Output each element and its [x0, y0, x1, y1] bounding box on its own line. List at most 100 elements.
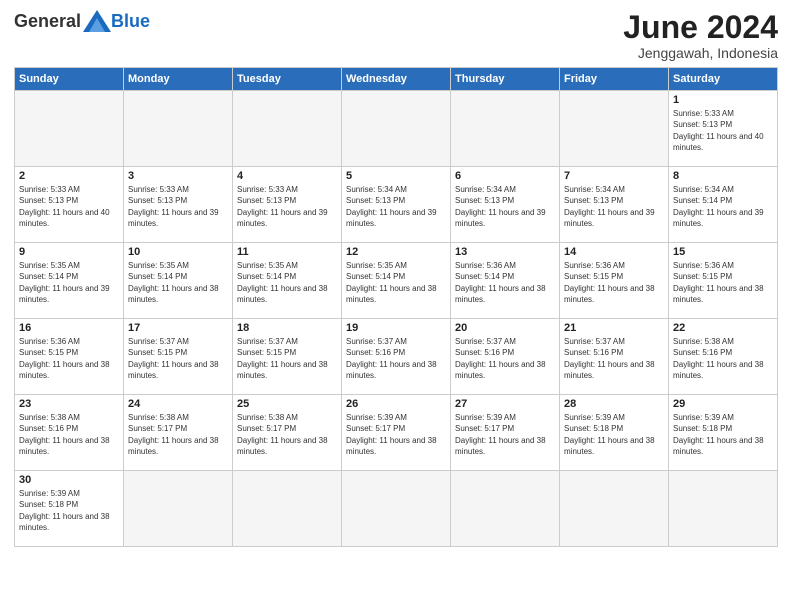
- calendar-cell: 15 Sunrise: 5:36 AMSunset: 5:15 PMDayligh…: [669, 243, 778, 319]
- day-number: 22: [673, 322, 773, 334]
- day-info: Sunrise: 5:34 AMSunset: 5:13 PMDaylight:…: [346, 184, 446, 229]
- day-info: Sunrise: 5:34 AMSunset: 5:13 PMDaylight:…: [564, 184, 664, 229]
- day-info: Sunrise: 5:36 AMSunset: 5:15 PMDaylight:…: [19, 336, 119, 381]
- calendar-week-row: 1 Sunrise: 5:33 AMSunset: 5:13 PMDaylight…: [15, 91, 778, 167]
- day-number: 13: [455, 246, 555, 258]
- day-number: 5: [346, 170, 446, 182]
- day-info: Sunrise: 5:38 AMSunset: 5:16 PMDaylight:…: [19, 412, 119, 457]
- day-number: 16: [19, 322, 119, 334]
- day-number: 29: [673, 398, 773, 410]
- day-number: 9: [19, 246, 119, 258]
- calendar-cell: 1 Sunrise: 5:33 AMSunset: 5:13 PMDaylight…: [669, 91, 778, 167]
- calendar-week-row: 16 Sunrise: 5:36 AMSunset: 5:15 PMDayligh…: [15, 319, 778, 395]
- calendar-table: SundayMondayTuesdayWednesdayThursdayFrid…: [14, 67, 778, 547]
- day-number: 26: [346, 398, 446, 410]
- calendar-cell: 24 Sunrise: 5:38 AMSunset: 5:17 PMDayligh…: [124, 395, 233, 471]
- day-number: 14: [564, 246, 664, 258]
- day-info: Sunrise: 5:38 AMSunset: 5:17 PMDaylight:…: [237, 412, 337, 457]
- day-number: 11: [237, 246, 337, 258]
- calendar-cell: 2 Sunrise: 5:33 AMSunset: 5:13 PMDaylight…: [15, 167, 124, 243]
- day-number: 8: [673, 170, 773, 182]
- calendar-cell: 11 Sunrise: 5:35 AMSunset: 5:14 PMDayligh…: [233, 243, 342, 319]
- day-number: 25: [237, 398, 337, 410]
- calendar-cell: [560, 471, 669, 547]
- day-info: Sunrise: 5:39 AMSunset: 5:17 PMDaylight:…: [346, 412, 446, 457]
- logo-area: General Blue: [14, 10, 150, 32]
- header: General Blue June 2024 Jenggawah, Indone…: [14, 10, 778, 61]
- day-number: 23: [19, 398, 119, 410]
- day-number: 18: [237, 322, 337, 334]
- day-info: Sunrise: 5:34 AMSunset: 5:13 PMDaylight:…: [455, 184, 555, 229]
- calendar-cell: 27 Sunrise: 5:39 AMSunset: 5:17 PMDayligh…: [451, 395, 560, 471]
- calendar-cell: 14Sunrise: 5:36 AMSunset: 5:15 PMDayligh…: [560, 243, 669, 319]
- calendar-cell: [233, 471, 342, 547]
- calendar-cell: 8 Sunrise: 5:34 AMSunset: 5:14 PMDaylight…: [669, 167, 778, 243]
- calendar-cell: 6 Sunrise: 5:34 AMSunset: 5:13 PMDaylight…: [451, 167, 560, 243]
- day-info: Sunrise: 5:36 AMSunset: 5:14 PMDaylight:…: [455, 260, 555, 305]
- title-area: June 2024 Jenggawah, Indonesia: [623, 10, 778, 61]
- calendar-cell: 23 Sunrise: 5:38 AMSunset: 5:16 PMDayligh…: [15, 395, 124, 471]
- day-number: 7: [564, 170, 664, 182]
- day-info: Sunrise: 5:39 AMSunset: 5:18 PMDaylight:…: [673, 412, 773, 457]
- calendar-cell: 13 Sunrise: 5:36 AMSunset: 5:14 PMDayligh…: [451, 243, 560, 319]
- logo-icon: [83, 10, 111, 32]
- day-number: 1: [673, 94, 773, 106]
- weekday-header-row: SundayMondayTuesdayWednesdayThursdayFrid…: [15, 68, 778, 91]
- weekday-header-wednesday: Wednesday: [342, 68, 451, 91]
- day-number: 19: [346, 322, 446, 334]
- weekday-header-sunday: Sunday: [15, 68, 124, 91]
- day-info: Sunrise: 5:37 AMSunset: 5:16 PMDaylight:…: [455, 336, 555, 381]
- day-info: Sunrise: 5:33 AMSunset: 5:13 PMDaylight:…: [673, 108, 773, 153]
- weekday-header-thursday: Thursday: [451, 68, 560, 91]
- calendar-cell: [669, 471, 778, 547]
- day-info: Sunrise: 5:37 AMSunset: 5:15 PMDaylight:…: [237, 336, 337, 381]
- day-info: Sunrise: 5:35 AMSunset: 5:14 PMDaylight:…: [237, 260, 337, 305]
- weekday-header-saturday: Saturday: [669, 68, 778, 91]
- day-number: 24: [128, 398, 228, 410]
- calendar-cell: 26 Sunrise: 5:39 AMSunset: 5:17 PMDayligh…: [342, 395, 451, 471]
- day-info: Sunrise: 5:35 AMSunset: 5:14 PMDaylight:…: [128, 260, 228, 305]
- calendar-cell: 9Sunrise: 5:35 AMSunset: 5:14 PMDaylight…: [15, 243, 124, 319]
- calendar-cell: [233, 91, 342, 167]
- calendar-week-row: 2 Sunrise: 5:33 AMSunset: 5:13 PMDaylight…: [15, 167, 778, 243]
- day-number: 3: [128, 170, 228, 182]
- day-number: 2: [19, 170, 119, 182]
- calendar-cell: [451, 471, 560, 547]
- day-info: Sunrise: 5:39 AMSunset: 5:18 PMDaylight:…: [564, 412, 664, 457]
- calendar-week-row: 9 Sunrise: 5:35 AMSunset: 5:14 PMDaylight…: [15, 243, 778, 319]
- day-number: 30: [19, 474, 119, 486]
- month-title: June 2024: [623, 10, 778, 45]
- day-number: 6: [455, 170, 555, 182]
- day-info: Sunrise: 5:39 AMSunset: 5:17 PMDaylight:…: [455, 412, 555, 457]
- calendar-cell: [342, 471, 451, 547]
- calendar-cell: 30 Sunrise: 5:39 AMSunset: 5:18 PMDayligh…: [15, 471, 124, 547]
- calendar-cell: 29 Sunrise: 5:39 AMSunset: 5:18 PMDayligh…: [669, 395, 778, 471]
- calendar-cell: 22Sunrise: 5:38 AMSunset: 5:16 PMDayligh…: [669, 319, 778, 395]
- calendar-cell: 19Sunrise: 5:37 AMSunset: 5:16 PMDayligh…: [342, 319, 451, 395]
- calendar-cell: [15, 91, 124, 167]
- calendar-cell: 4Sunrise: 5:33 AMSunset: 5:13 PMDaylight…: [233, 167, 342, 243]
- calendar-cell: 25 Sunrise: 5:38 AMSunset: 5:17 PMDayligh…: [233, 395, 342, 471]
- calendar-cell: 5 Sunrise: 5:34 AMSunset: 5:13 PMDaylight…: [342, 167, 451, 243]
- day-info: Sunrise: 5:38 AMSunset: 5:17 PMDaylight:…: [128, 412, 228, 457]
- weekday-header-friday: Friday: [560, 68, 669, 91]
- calendar-cell: 21Sunrise: 5:37 AMSunset: 5:16 PMDayligh…: [560, 319, 669, 395]
- day-info: Sunrise: 5:33 AMSunset: 5:13 PMDaylight:…: [128, 184, 228, 229]
- calendar-cell: 17Sunrise: 5:37 AMSunset: 5:15 PMDayligh…: [124, 319, 233, 395]
- day-number: 12: [346, 246, 446, 258]
- day-number: 17: [128, 322, 228, 334]
- day-number: 27: [455, 398, 555, 410]
- calendar-cell: [124, 91, 233, 167]
- day-number: 15: [673, 246, 773, 258]
- day-info: Sunrise: 5:35 AMSunset: 5:14 PMDaylight:…: [346, 260, 446, 305]
- weekday-header-monday: Monday: [124, 68, 233, 91]
- calendar-week-row: 30 Sunrise: 5:39 AMSunset: 5:18 PMDayligh…: [15, 471, 778, 547]
- day-info: Sunrise: 5:39 AMSunset: 5:18 PMDaylight:…: [19, 488, 119, 533]
- calendar-cell: 10Sunrise: 5:35 AMSunset: 5:14 PMDayligh…: [124, 243, 233, 319]
- logo: General Blue: [14, 10, 150, 32]
- day-info: Sunrise: 5:36 AMSunset: 5:15 PMDaylight:…: [673, 260, 773, 305]
- day-info: Sunrise: 5:33 AMSunset: 5:13 PMDaylight:…: [19, 184, 119, 229]
- weekday-header-tuesday: Tuesday: [233, 68, 342, 91]
- calendar-cell: 18 Sunrise: 5:37 AMSunset: 5:15 PMDayligh…: [233, 319, 342, 395]
- day-info: Sunrise: 5:34 AMSunset: 5:14 PMDaylight:…: [673, 184, 773, 229]
